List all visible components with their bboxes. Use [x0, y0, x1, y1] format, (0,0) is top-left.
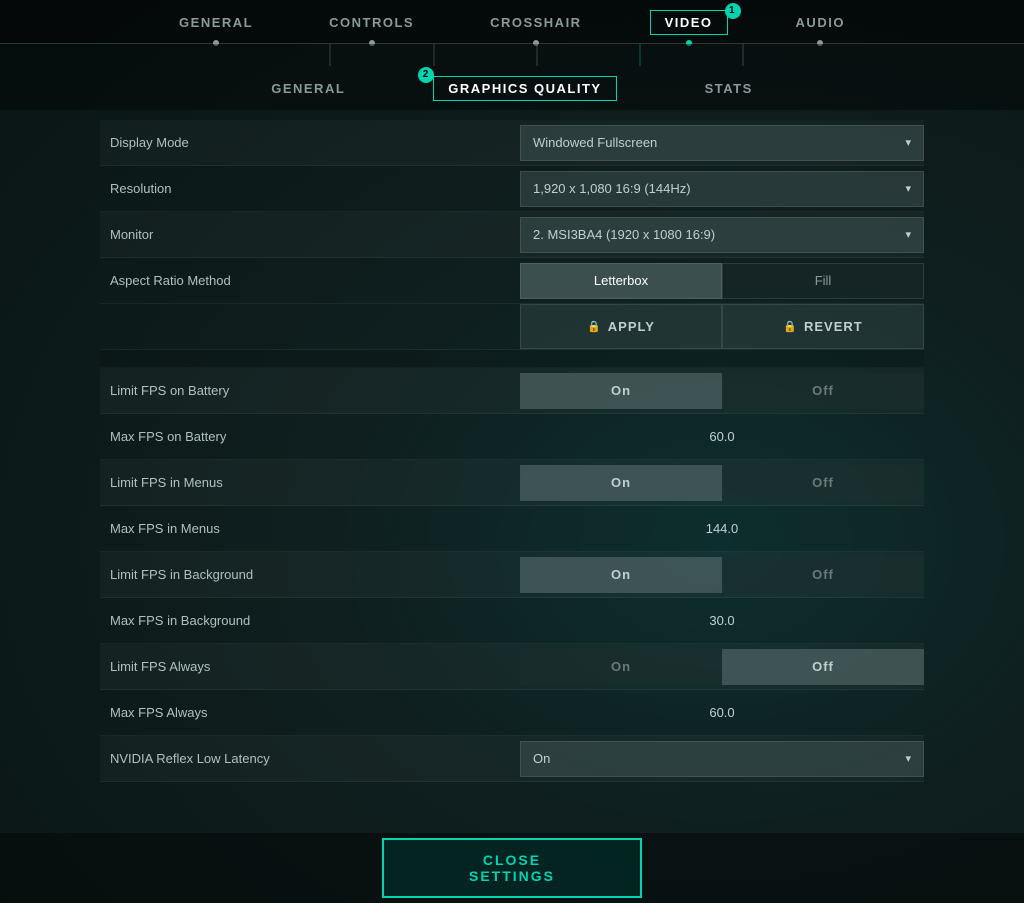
nvidia-reflex-control: On ▾: [520, 741, 924, 777]
limit-fps-background-row: Limit FPS in Background On Off: [100, 552, 924, 598]
revert-lock-icon: 🔒: [783, 320, 798, 333]
max-fps-background-control: 30.0: [520, 613, 924, 628]
tab-general[interactable]: GENERAL: [171, 11, 261, 34]
max-fps-menus-row: Max FPS in Menus 144.0: [100, 506, 924, 552]
limit-fps-always-on[interactable]: On: [520, 649, 722, 685]
limit-fps-background-off[interactable]: Off: [722, 557, 924, 593]
resolution-dropdown[interactable]: 1,920 x 1,080 16:9 (144Hz) ▾: [520, 171, 924, 207]
max-fps-always-value: 60.0: [520, 705, 924, 720]
max-fps-background-label: Max FPS in Background: [100, 613, 520, 628]
sub-nav: GENERAL 2 GRAPHICS QUALITY STATS: [0, 66, 1024, 110]
aspect-ratio-label: Aspect Ratio Method: [100, 273, 520, 288]
resolution-label: Resolution: [100, 181, 520, 196]
nvidia-reflex-value: On: [533, 751, 905, 766]
limit-fps-battery-toggle: On Off: [520, 373, 924, 409]
fill-button[interactable]: Fill: [722, 263, 924, 299]
limit-fps-menus-label: Limit FPS in Menus: [100, 475, 520, 490]
nvidia-reflex-row: NVIDIA Reflex Low Latency On ▾: [100, 736, 924, 782]
max-fps-always-row: Max FPS Always 60.0: [100, 690, 924, 736]
resolution-control: 1,920 x 1,080 16:9 (144Hz) ▾: [520, 171, 924, 207]
monitor-dropdown[interactable]: 2. MSI3BA4 (1920 x 1080 16:9) ▾: [520, 217, 924, 253]
nvidia-reflex-arrow: ▾: [905, 752, 911, 765]
spacer-1: [100, 350, 924, 368]
sub-tab-general[interactable]: GENERAL: [263, 77, 353, 100]
limit-fps-background-label: Limit FPS in Background: [100, 567, 520, 582]
tab-crosshair[interactable]: CROSSHAIR: [482, 11, 590, 34]
display-mode-control: Windowed Fullscreen ▾: [520, 125, 924, 161]
monitor-value: 2. MSI3BA4 (1920 x 1080 16:9): [533, 227, 905, 242]
limit-fps-menus-row: Limit FPS in Menus On Off: [100, 460, 924, 506]
monitor-control: 2. MSI3BA4 (1920 x 1080 16:9) ▾: [520, 217, 924, 253]
tab-video[interactable]: VIDEO 1: [650, 10, 728, 35]
nvidia-reflex-label: NVIDIA Reflex Low Latency: [100, 751, 520, 766]
nvidia-reflex-dropdown[interactable]: On ▾: [520, 741, 924, 777]
monitor-row: Monitor 2. MSI3BA4 (1920 x 1080 16:9) ▾: [100, 212, 924, 258]
display-mode-row: Display Mode Windowed Fullscreen ▾: [100, 120, 924, 166]
apply-revert-row: 🔒 APPLY 🔒 REVERT: [100, 304, 924, 350]
aspect-ratio-control: Letterbox Fill: [520, 263, 924, 299]
limit-fps-menus-off[interactable]: Off: [722, 465, 924, 501]
max-fps-battery-row: Max FPS on Battery 60.0: [100, 414, 924, 460]
resolution-row: Resolution 1,920 x 1,080 16:9 (144Hz) ▾: [100, 166, 924, 212]
limit-fps-menus-on[interactable]: On: [520, 465, 722, 501]
max-fps-menus-control: 144.0: [520, 521, 924, 536]
limit-fps-battery-row: Limit FPS on Battery On Off: [100, 368, 924, 414]
limit-fps-always-control: On Off: [520, 649, 924, 685]
limit-fps-menus-toggle: On Off: [520, 465, 924, 501]
settings-content: Display Mode Windowed Fullscreen ▾ Resol…: [0, 110, 1024, 833]
limit-fps-always-label: Limit FPS Always: [100, 659, 520, 674]
limit-fps-battery-off[interactable]: Off: [722, 373, 924, 409]
max-fps-always-control: 60.0: [520, 705, 924, 720]
limit-fps-menus-control: On Off: [520, 465, 924, 501]
revert-button[interactable]: 🔒 REVERT: [722, 304, 924, 349]
max-fps-background-value: 30.0: [520, 613, 924, 628]
monitor-arrow: ▾: [905, 228, 911, 241]
display-mode-value: Windowed Fullscreen: [533, 135, 905, 150]
resolution-value: 1,920 x 1,080 16:9 (144Hz): [533, 181, 905, 196]
connector-area: [0, 44, 1024, 66]
tab-audio[interactable]: AUDIO: [788, 11, 853, 34]
max-fps-always-label: Max FPS Always: [100, 705, 520, 720]
limit-fps-background-toggle: On Off: [520, 557, 924, 593]
graphics-badge: 2: [418, 67, 434, 83]
max-fps-menus-value: 144.0: [520, 521, 924, 536]
max-fps-battery-control: 60.0: [520, 429, 924, 444]
limit-fps-battery-label: Limit FPS on Battery: [100, 383, 520, 398]
max-fps-background-row: Max FPS in Background 30.0: [100, 598, 924, 644]
display-mode-dropdown[interactable]: Windowed Fullscreen ▾: [520, 125, 924, 161]
monitor-label: Monitor: [100, 227, 520, 242]
limit-fps-background-on[interactable]: On: [520, 557, 722, 593]
max-fps-battery-label: Max FPS on Battery: [100, 429, 520, 444]
apply-revert-group: 🔒 APPLY 🔒 REVERT: [520, 304, 924, 349]
display-mode-label: Display Mode: [100, 135, 520, 150]
apply-lock-icon: 🔒: [587, 320, 602, 333]
aspect-ratio-group: Letterbox Fill: [520, 263, 924, 299]
apply-button[interactable]: 🔒 APPLY: [520, 304, 722, 349]
limit-fps-always-row: Limit FPS Always On Off: [100, 644, 924, 690]
top-nav: GENERAL CONTROLS CROSSHAIR VIDEO 1 AUDIO: [0, 0, 1024, 44]
tab-controls[interactable]: CONTROLS: [321, 11, 422, 34]
display-mode-arrow: ▾: [905, 136, 911, 149]
max-fps-menus-label: Max FPS in Menus: [100, 521, 520, 536]
video-badge: 1: [725, 3, 741, 19]
close-settings-button[interactable]: CLOSE SETTINGS: [382, 838, 642, 898]
limit-fps-battery-on[interactable]: On: [520, 373, 722, 409]
sub-tab-graphics[interactable]: 2 GRAPHICS QUALITY: [433, 76, 616, 101]
max-fps-battery-value: 60.0: [520, 429, 924, 444]
letterbox-button[interactable]: Letterbox: [520, 263, 722, 299]
limit-fps-background-control: On Off: [520, 557, 924, 593]
close-settings-area: CLOSE SETTINGS: [0, 833, 1024, 903]
limit-fps-always-off[interactable]: Off: [722, 649, 924, 685]
aspect-ratio-row: Aspect Ratio Method Letterbox Fill: [100, 258, 924, 304]
limit-fps-battery-control: On Off: [520, 373, 924, 409]
resolution-arrow: ▾: [905, 182, 911, 195]
limit-fps-always-toggle: On Off: [520, 649, 924, 685]
sub-tab-stats[interactable]: STATS: [697, 77, 761, 100]
